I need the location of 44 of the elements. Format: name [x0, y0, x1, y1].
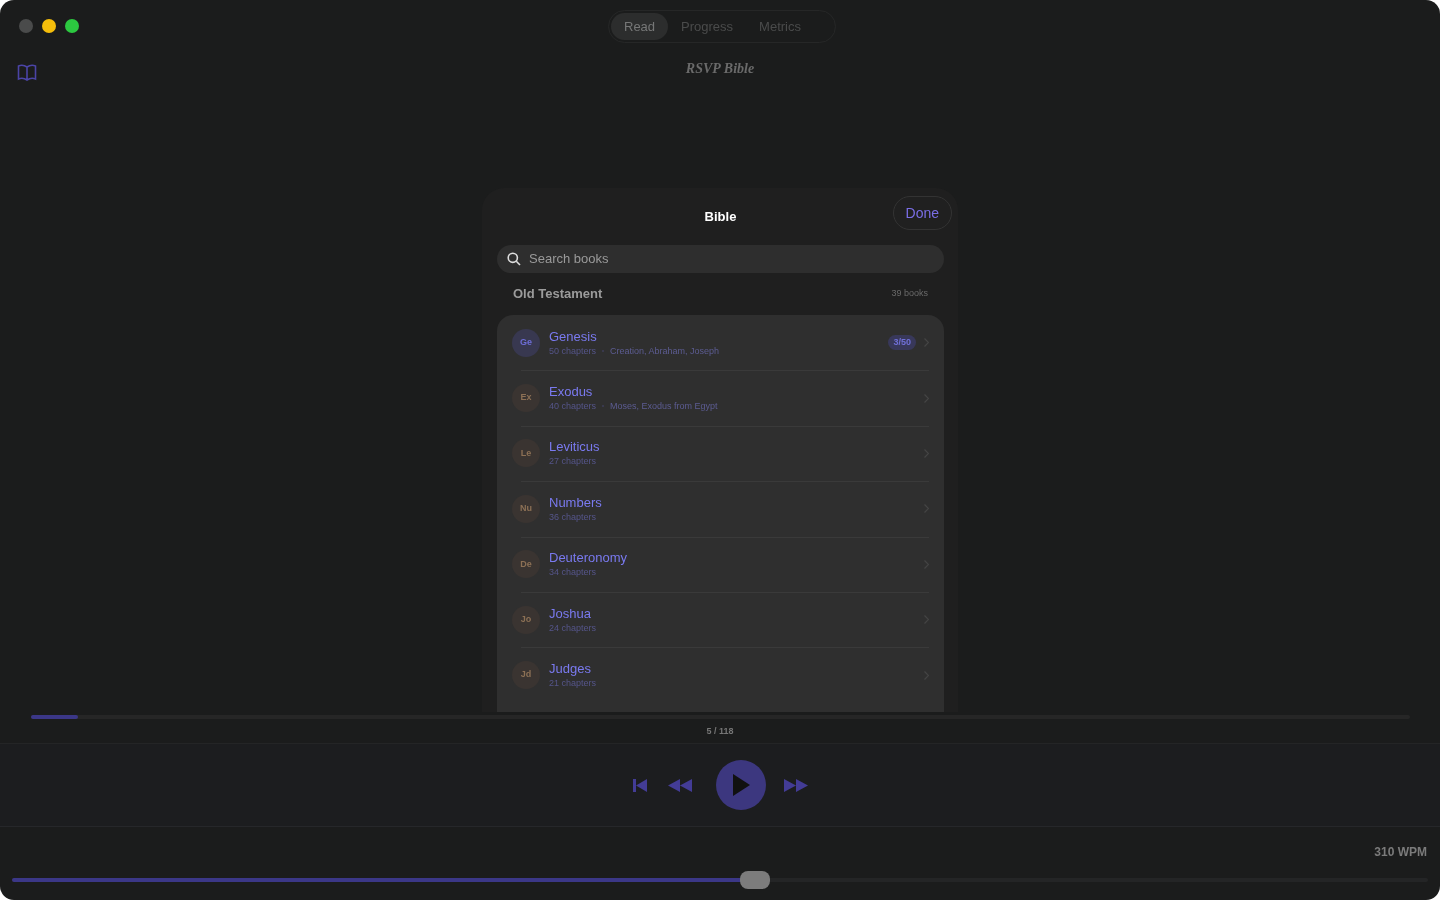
progress-badge: 3/50	[888, 334, 916, 351]
chapter-count: 27 chapters	[549, 455, 597, 468]
segment-tab[interactable]: Read	[611, 13, 669, 40]
speed-reading: 310 WPM	[1374, 845, 1427, 859]
book-avatar: Jo	[512, 605, 540, 634]
book-avatar: Ge	[512, 328, 540, 357]
chapter-count: 34 chapters	[549, 566, 597, 579]
app-title: RSVP Bible	[685, 61, 755, 76]
search-icon	[507, 252, 521, 266]
chapter-count: 21 chapters	[549, 677, 597, 690]
skip-back-button[interactable]	[632, 778, 647, 792]
search-input[interactable]: Search books	[527, 248, 934, 270]
book-avatar: Nu	[512, 494, 540, 523]
book-avatar: Ex	[512, 384, 540, 413]
word-position: 5 / 118	[706, 726, 734, 736]
book-name[interactable]: Leviticus	[549, 439, 600, 456]
play-button[interactable]	[715, 760, 766, 810]
book-name[interactable]: Numbers	[549, 494, 602, 511]
chapter-count: 24 chapters	[549, 621, 597, 634]
book-avatar: Jd	[512, 661, 540, 690]
zoom-button[interactable]	[65, 19, 79, 33]
book-name[interactable]: Judges	[549, 661, 597, 678]
play-icon	[731, 774, 750, 796]
done-button[interactable]: Done	[892, 196, 952, 230]
book-avatar: De	[512, 550, 540, 579]
fast-forward-button[interactable]	[783, 778, 808, 792]
chapter-count: 36 chapters	[549, 510, 597, 523]
book-name[interactable]: Genesis	[549, 328, 720, 345]
sheet-title: Bible	[704, 208, 737, 227]
book-name[interactable]: Deuteronomy	[549, 550, 628, 567]
chapter-count: 40 chapters	[549, 400, 597, 413]
book-topics: Moses, Exodus from Egypt	[610, 400, 718, 413]
chapter-count: 50 chapters	[549, 344, 597, 357]
book-topics: Creation, Abraham, Joseph	[610, 344, 720, 357]
speed-slider[interactable]	[12, 871, 1428, 889]
minimize-button[interactable]	[42, 19, 56, 33]
book-avatar: Le	[512, 439, 540, 468]
book-name[interactable]: Exodus	[549, 384, 718, 401]
section-title: Old Testament	[513, 285, 603, 304]
book-count: 39 books	[891, 287, 928, 301]
close-button[interactable]	[19, 19, 33, 33]
book-name[interactable]: Joshua	[549, 605, 597, 622]
search-field[interactable]: Search books	[497, 245, 944, 273]
rewind-button[interactable]	[667, 778, 692, 792]
